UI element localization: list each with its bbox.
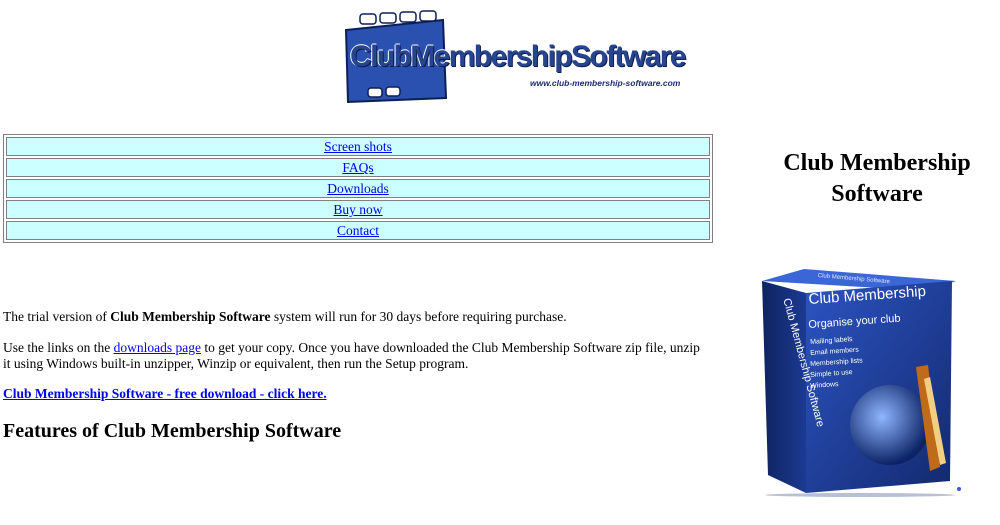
nav-link-contact[interactable]: Contact xyxy=(337,223,379,238)
nav-link-downloads[interactable]: Downloads xyxy=(327,181,389,196)
side-title: Club Membership Software xyxy=(783,150,971,207)
trial-info-product-name: Club Membership Software xyxy=(110,309,271,324)
nav-cell-screen-shots: Screen shots xyxy=(6,137,710,156)
trial-info-paragraph: The trial version of Club Membership Sof… xyxy=(3,309,567,325)
nav-cell-faqs: FAQs xyxy=(6,158,710,177)
free-download-paragraph: Club Membership Software - free download… xyxy=(3,386,327,402)
downloads-page-link[interactable]: downloads page xyxy=(114,340,201,355)
trial-info-post: system will run for 30 days before requi… xyxy=(270,309,567,324)
free-download-link[interactable]: Club Membership Software - free download… xyxy=(3,386,327,401)
product-box-image: Club Membership Organise your club Maili… xyxy=(740,267,965,497)
instructions-pre: Use the links on the xyxy=(3,340,114,355)
nav-cell-contact: Contact xyxy=(6,221,710,240)
nav-cell-buy-now: Buy now xyxy=(6,200,710,219)
nav-link-buy-now[interactable]: Buy now xyxy=(333,202,382,217)
download-instructions-paragraph: Use the links on the downloads page to g… xyxy=(3,340,703,372)
logo-wordmark: ClubMembershipSoftware xyxy=(350,40,686,73)
trial-info-pre: The trial version of xyxy=(3,309,111,324)
main-navigation: Screen shots FAQs Downloads Buy now Cont… xyxy=(3,134,713,243)
site-logo: ClubMembershipSoftware www.club-membersh… xyxy=(338,10,686,104)
nav-link-screen-shots[interactable]: Screen shots xyxy=(324,139,392,154)
features-heading: Features of Club Membership Software xyxy=(3,420,342,442)
nav-cell-downloads: Downloads xyxy=(6,179,710,198)
nav-link-faqs[interactable]: FAQs xyxy=(342,160,373,175)
logo-url-text: www.club-membership-software.com xyxy=(530,78,681,88)
